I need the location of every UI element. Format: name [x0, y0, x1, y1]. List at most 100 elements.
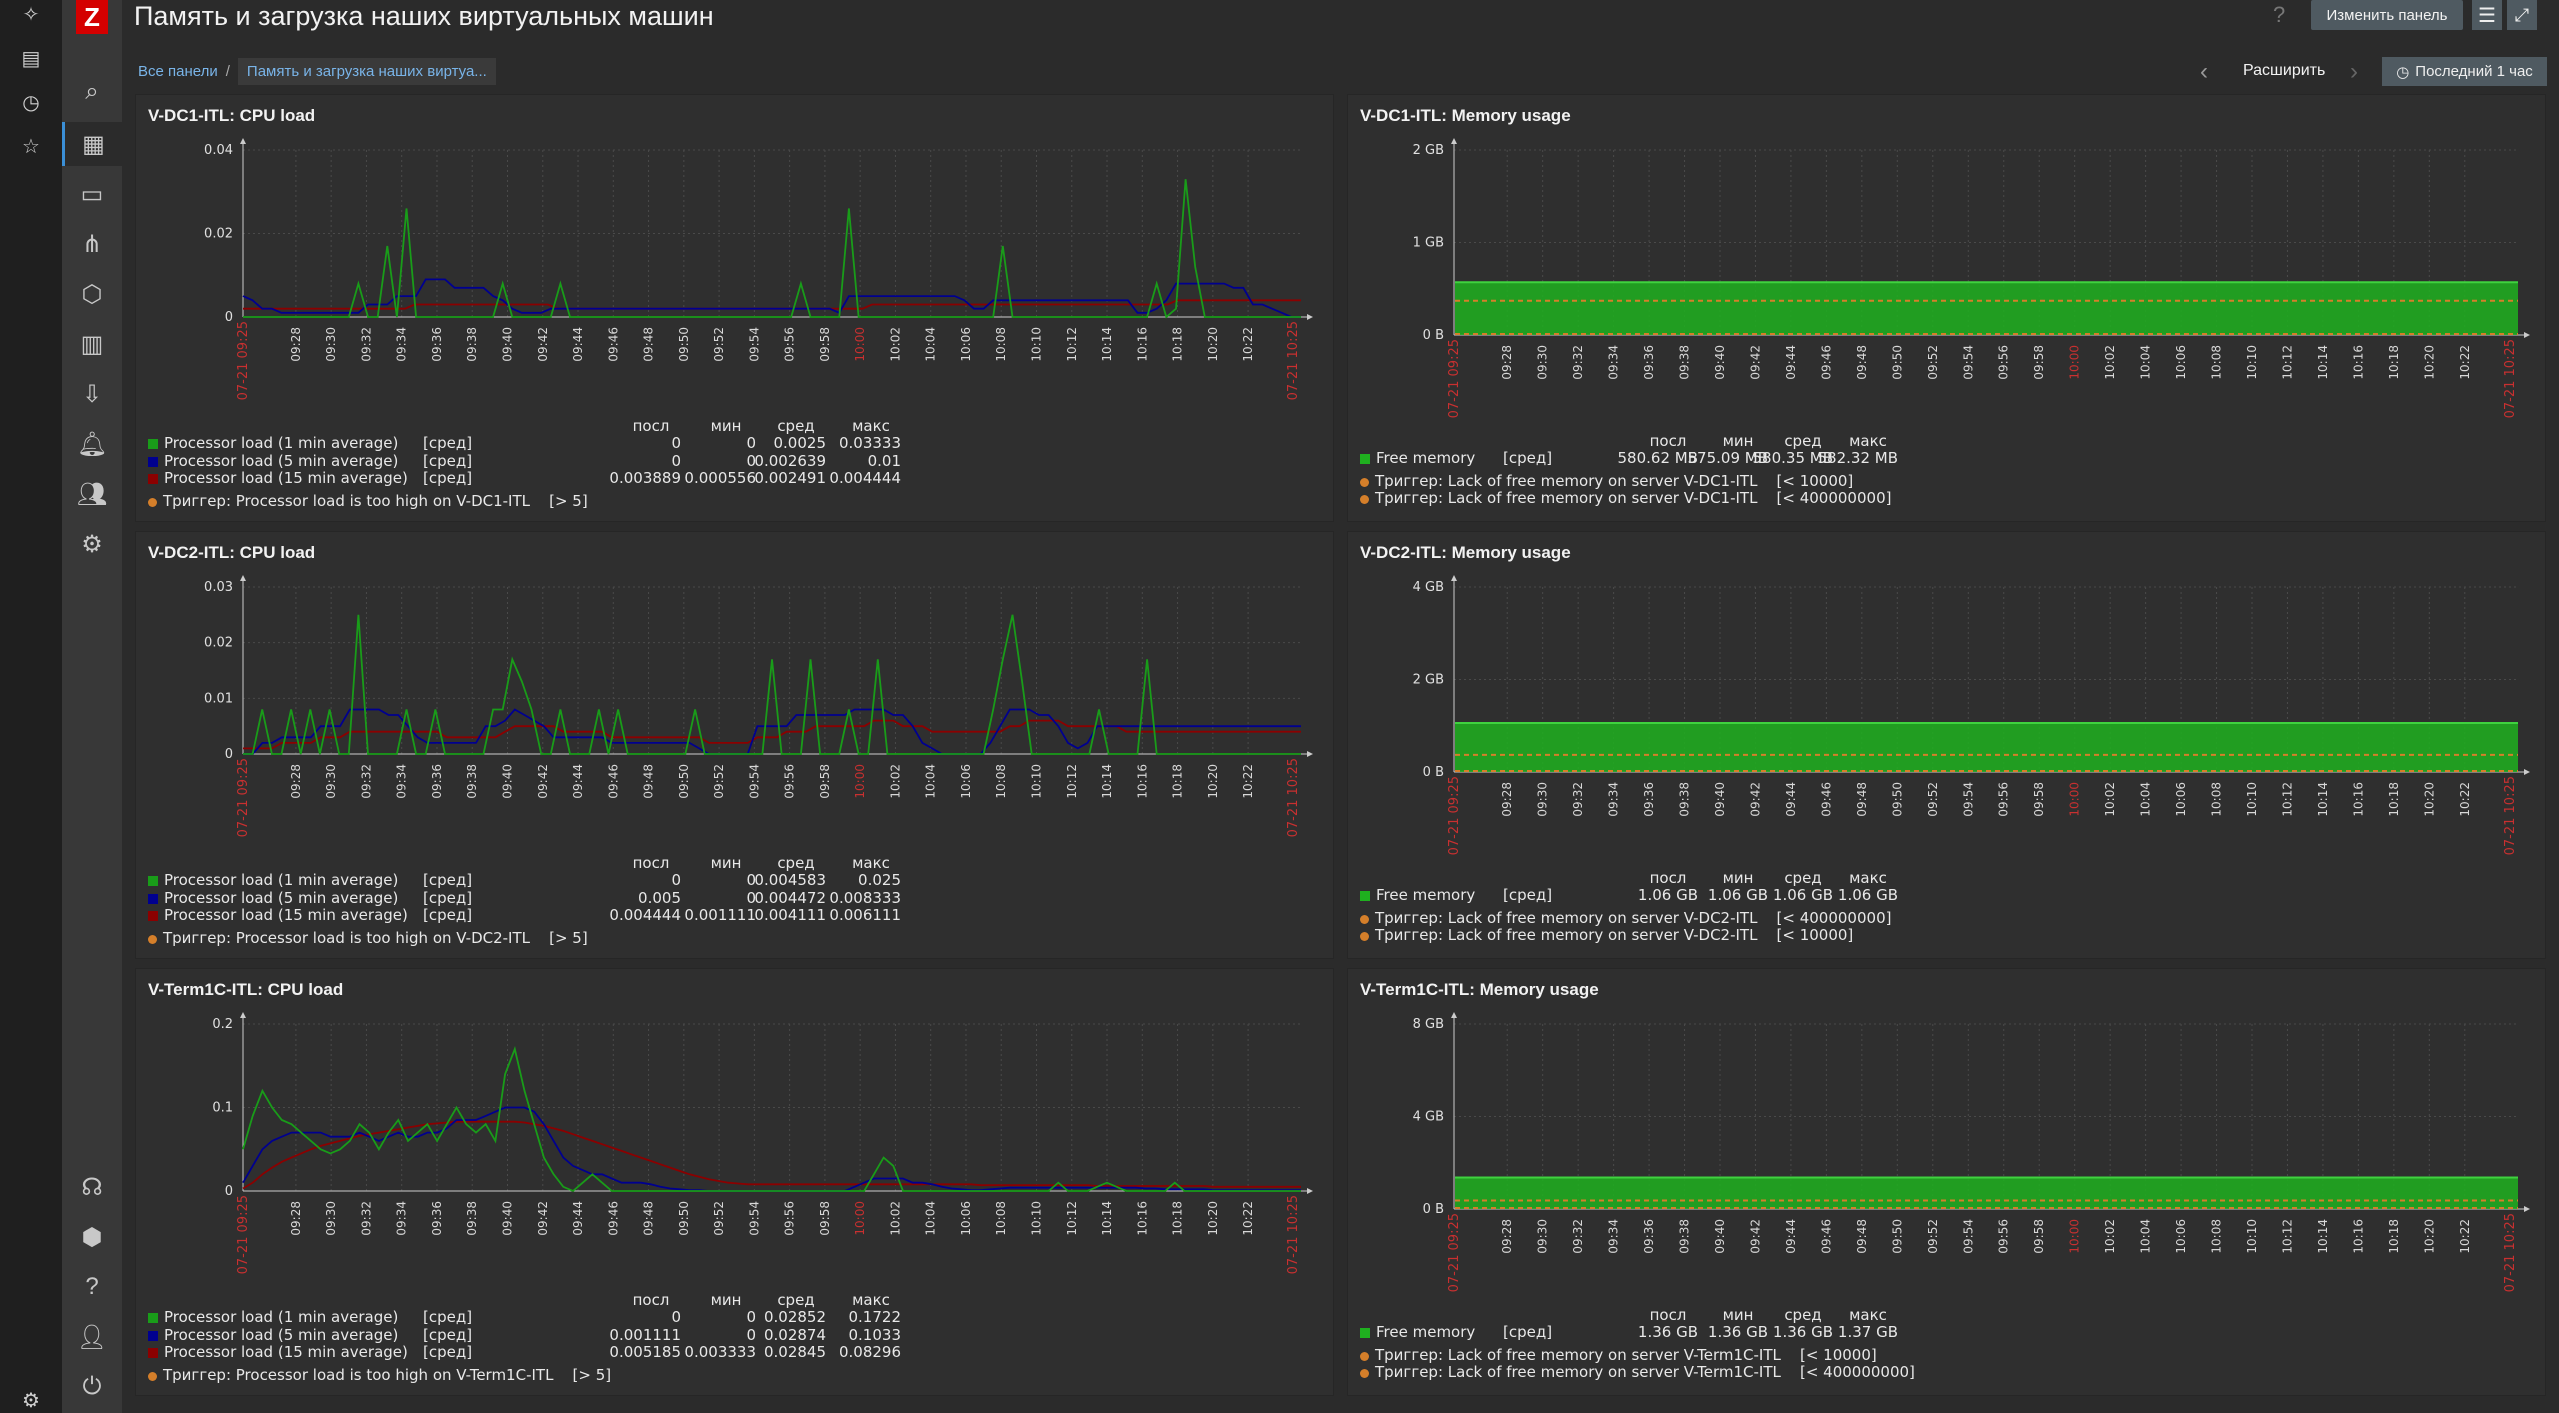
network-map-icon[interactable]: ⋔ [62, 222, 122, 266]
legend-stat-header: сред [1784, 1306, 1822, 1324]
x-start-label: 07-21 09:25 [236, 1195, 251, 1274]
x-tick-label: 10:04 [924, 764, 938, 799]
time-period-label: Последний 1 час [2415, 63, 2533, 80]
x-tick-label: 10:14 [2316, 1219, 2330, 1254]
legend-trigger: Триггер: Processor load is too high on V… [148, 492, 588, 510]
dashboards-icon[interactable]: ▦ [62, 122, 122, 166]
x-tick-label: 09:44 [571, 327, 585, 362]
chevron-right-icon[interactable]: › [2350, 58, 2358, 86]
trigger-text: Триггер: Lack of free memory on server V… [1375, 488, 1758, 507]
chevron-left-icon[interactable]: ‹ [2200, 58, 2208, 86]
graph-widget[interactable]: V-DC2-ITL: Memory usage 4 GB 2 GB 0 B 09:28 0… [1347, 531, 2546, 959]
administration-icon[interactable]: ⚙ [62, 522, 122, 566]
x-tick-label: 09:54 [1961, 1219, 1975, 1254]
monitoring-icon[interactable]: ▭ [62, 172, 122, 216]
x-tick-label: 09:52 [1926, 782, 1940, 817]
y-tick-label: 0.1 [212, 1101, 233, 1116]
legend-stat-header: сред [777, 854, 815, 872]
x-tick-label: 09:40 [501, 1201, 515, 1236]
x-tick-label: 10:12 [2280, 1219, 2294, 1254]
fullscreen-icon[interactable]: ⤢ [2507, 0, 2537, 30]
legend-value-max: 0.1722 [848, 1308, 902, 1326]
legend-trigger: Триггер: Lack of free memory on server V… [1360, 472, 1853, 490]
reports-icon[interactable]: ▥ [62, 322, 122, 366]
trigger-dot-icon [1360, 931, 1369, 941]
legend-item: Processor load (1 min average) [148, 871, 398, 889]
legend-item: Processor load (15 min average) [148, 469, 408, 487]
x-tick-label: 09:50 [1890, 345, 1904, 380]
y-tick-label: 1 GB [1413, 236, 1444, 251]
menu-icon[interactable]: ☰ [2472, 0, 2502, 30]
trigger-threshold: [> 5] [549, 491, 588, 510]
x-tick-label: 10:06 [959, 327, 973, 362]
data-collection-icon[interactable]: ⇩ [62, 372, 122, 416]
x-tick-label: 09:46 [1819, 1219, 1833, 1254]
trigger-text: Триггер: Lack of free memory on server V… [1375, 1345, 1781, 1364]
graph-widget[interactable]: V-Term1C-ITL: Memory usage 8 GB 4 GB 0 B 09:… [1347, 968, 2546, 1396]
x-tick-label: 10:16 [1135, 1201, 1149, 1236]
x-tick-label: 09:52 [1926, 345, 1940, 380]
legend-stat-header: мин [1722, 1306, 1754, 1324]
y-tick-label: 0.04 [204, 143, 233, 158]
legend-value-max: 0.08296 [838, 1343, 901, 1361]
integrations-icon[interactable]: ⬢ [62, 1215, 122, 1259]
x-tick-label: 09:52 [712, 764, 726, 799]
x-tick-label: 09:56 [1997, 782, 2011, 817]
x-tick-label: 10:02 [888, 327, 902, 362]
graph-widget[interactable]: V-DC1-ITL: CPU load 0.04 0.02 0 09:28 09:30 09… [135, 94, 1334, 522]
x-tick-label: 09:46 [1819, 345, 1833, 380]
alerts-icon[interactable]: 🔔︎ [62, 422, 122, 466]
x-tick-label: 09:44 [571, 1201, 585, 1236]
x-tick-label: 09:30 [1536, 782, 1550, 817]
legend-stat-header: сред [1784, 869, 1822, 887]
legend-stat-header: посл [632, 417, 670, 435]
trigger-dot-icon [1360, 1351, 1369, 1361]
legend-item-function: [сред] [423, 906, 473, 924]
history-icon[interactable]: ◷ [19, 90, 43, 114]
legend-item-name: Free memory [1376, 449, 1476, 467]
breadcrumb-current[interactable]: Память и загрузка наших виртуа... [237, 57, 496, 85]
legend-item-function: [сред] [1503, 1323, 1553, 1341]
users-icon[interactable]: 👥︎ [62, 472, 122, 516]
trigger-threshold: [< 10000] [1776, 925, 1854, 944]
edit-dashboard-button[interactable]: Изменить панель [2311, 0, 2463, 30]
zoom-out-button[interactable]: Расширить [2243, 62, 2325, 80]
x-tick-label: 09:36 [430, 1201, 444, 1236]
x-tick-label: 09:32 [359, 327, 373, 362]
breadcrumb-all-dashboards[interactable]: Все панели [138, 63, 218, 80]
zabbix-logo[interactable]: Z [76, 0, 108, 34]
legend-item-function: [сред] [423, 1308, 473, 1326]
search-icon[interactable]: ⌕ [62, 70, 122, 114]
trigger-threshold: [< 400000000] [1776, 488, 1892, 507]
graph-widget[interactable]: V-DC2-ITL: CPU load 0.03 0.02 0.01 0 09:28 09:… [135, 531, 1334, 959]
legend-color-swatch [148, 474, 158, 484]
legend-item-name: Processor load (5 min average) [164, 1325, 399, 1344]
x-tick-label: 10:04 [2139, 782, 2153, 817]
x-tick-label: 09:50 [677, 764, 691, 799]
help-icon[interactable]: ? [62, 1265, 122, 1309]
time-period-button[interactable]: ◷ Последний 1 час [2382, 57, 2547, 86]
graph-widget[interactable]: V-Term1C-ITL: CPU load 0.2 0.1 0 09:28 09:30 0… [135, 968, 1334, 1396]
sign-out-icon[interactable]: ⏻ [62, 1365, 122, 1409]
magic-icon[interactable]: ✧ [19, 2, 43, 26]
favorites-icon[interactable]: ☆ [19, 134, 43, 158]
legend-item-name: Free memory [1376, 886, 1476, 904]
inventory-icon[interactable]: ⬡ [62, 272, 122, 316]
x-axis-arrow [2524, 769, 2530, 775]
reports-icon[interactable]: ▤ [19, 46, 43, 70]
breadcrumb: Все панели / Память и загрузка наших вир… [138, 56, 496, 86]
x-tick-label: 09:34 [1607, 345, 1621, 380]
x-axis-arrow [1307, 1188, 1313, 1194]
settings-icon[interactable]: ⚙ [19, 1388, 43, 1412]
legend-value-max: 0.004444 [829, 469, 901, 487]
x-tick-label: 09:52 [712, 327, 726, 362]
help-icon[interactable]: ? [2273, 2, 2285, 28]
support-icon[interactable]: ☊ [62, 1165, 122, 1209]
x-tick-label: 10:18 [2387, 782, 2401, 817]
graph-widget[interactable]: V-DC1-ITL: Memory usage 2 GB 1 GB 0 B 09:28 0… [1347, 94, 2546, 522]
x-tick-label: 09:36 [1642, 345, 1656, 380]
legend-color-swatch [148, 1313, 158, 1323]
user-settings-icon[interactable]: 👤︎ [62, 1315, 122, 1359]
x-tick-label: 09:58 [818, 764, 832, 799]
legend-item-function: [сред] [423, 888, 473, 907]
